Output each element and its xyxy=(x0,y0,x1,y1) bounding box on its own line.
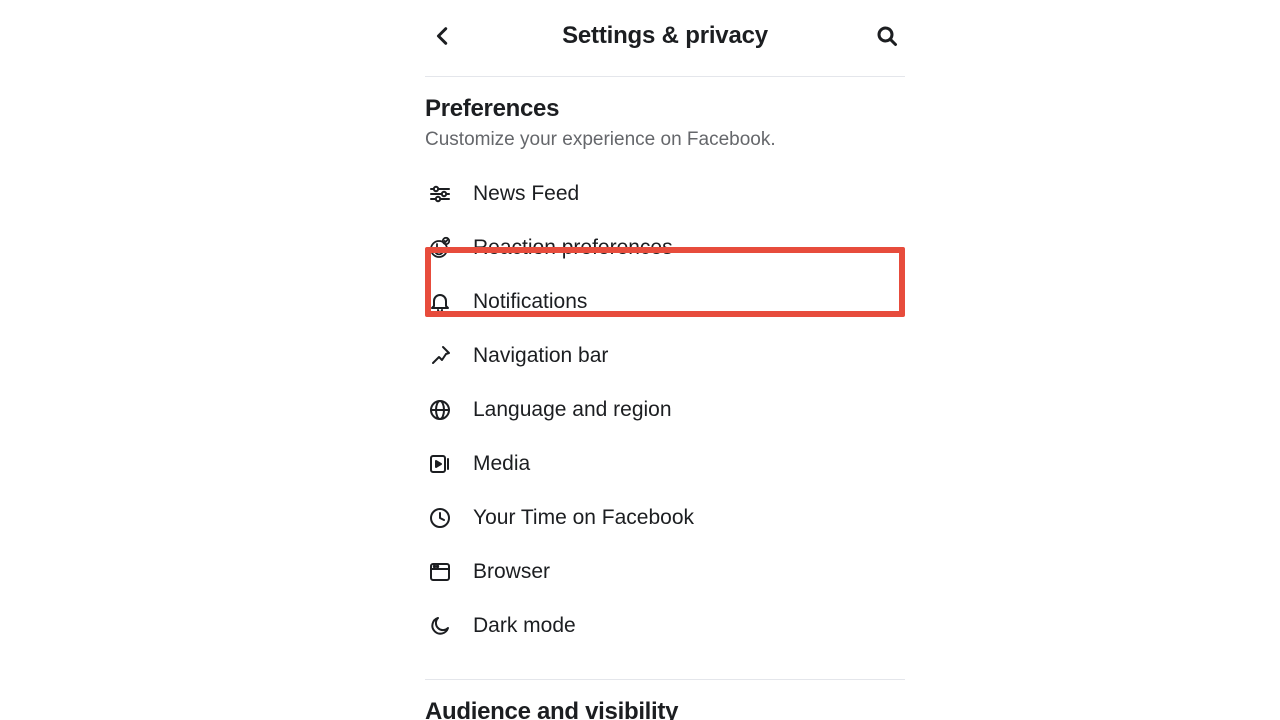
moon-icon xyxy=(427,613,453,639)
browser-icon xyxy=(427,559,453,585)
item-navigation-bar[interactable]: Navigation bar xyxy=(425,329,905,383)
item-reaction-preferences[interactable]: Reaction preferences xyxy=(425,221,905,275)
item-label: Browser xyxy=(473,560,550,584)
preferences-section: Preferences Customize your experience on… xyxy=(425,77,905,655)
item-your-time[interactable]: Your Time on Facebook xyxy=(425,491,905,545)
preferences-items: News Feed Reaction preferences xyxy=(425,153,905,653)
search-icon xyxy=(875,24,899,48)
reaction-icon xyxy=(427,235,453,261)
header-bar: Settings & privacy xyxy=(425,0,905,76)
preferences-subtitle: Customize your experience on Facebook. xyxy=(425,127,905,153)
item-notifications[interactable]: Notifications xyxy=(425,275,905,329)
item-label: Language and region xyxy=(473,398,672,422)
item-label: Notifications xyxy=(473,290,587,314)
item-language-region[interactable]: Language and region xyxy=(425,383,905,437)
item-label: Navigation bar xyxy=(473,344,608,368)
back-button[interactable] xyxy=(425,18,461,54)
bell-icon xyxy=(427,289,453,315)
item-label: News Feed xyxy=(473,182,579,206)
item-label: Media xyxy=(473,452,530,476)
settings-panel: Settings & privacy Preferences Customize… xyxy=(425,0,905,720)
page-title: Settings & privacy xyxy=(562,22,768,50)
item-label: Dark mode xyxy=(473,614,576,638)
clock-icon xyxy=(427,505,453,531)
sliders-icon xyxy=(427,181,453,207)
chevron-left-icon xyxy=(432,25,454,47)
settings-privacy-page: Settings & privacy Preferences Customize… xyxy=(0,0,1280,720)
search-button[interactable] xyxy=(869,18,905,54)
globe-icon xyxy=(427,397,453,423)
audience-section: Audience and visibility Control who can … xyxy=(425,680,905,720)
pin-icon xyxy=(427,343,453,369)
item-browser[interactable]: Browser xyxy=(425,545,905,599)
media-icon xyxy=(427,451,453,477)
item-label: Reaction preferences xyxy=(473,236,673,260)
item-media[interactable]: Media xyxy=(425,437,905,491)
preferences-title: Preferences xyxy=(425,95,905,123)
item-news-feed[interactable]: News Feed xyxy=(425,167,905,221)
item-label: Your Time on Facebook xyxy=(473,506,694,530)
item-dark-mode[interactable]: Dark mode xyxy=(425,599,905,653)
audience-title: Audience and visibility xyxy=(425,698,905,720)
